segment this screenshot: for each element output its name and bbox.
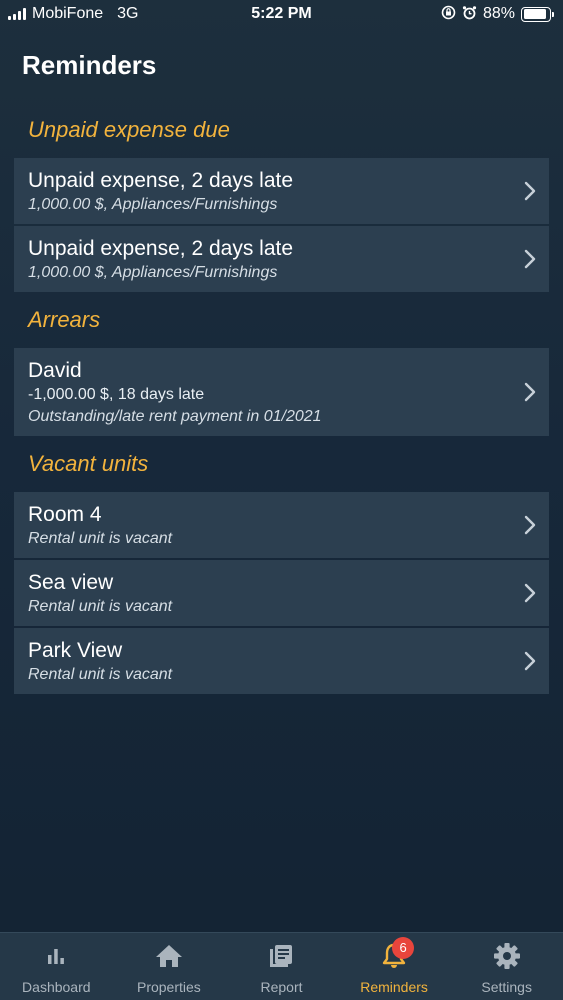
- gear-icon: [493, 941, 521, 971]
- tab-label: Report: [260, 979, 303, 995]
- tab-properties[interactable]: Properties: [113, 933, 226, 1000]
- section-title-unpaid-expense: Unpaid expense due: [28, 117, 230, 142]
- reminder-item-park-view[interactable]: Park View Rental unit is vacant: [14, 628, 549, 694]
- reminder-item-room-4[interactable]: Room 4 Rental unit is vacant: [14, 492, 549, 558]
- chevron-right-icon: [523, 583, 537, 603]
- bar-chart-icon: [45, 941, 67, 971]
- reminder-item-unpaid-expense-1[interactable]: Unpaid expense, 2 days late 1,000.00 $, …: [14, 158, 549, 224]
- battery-percent: 88%: [482, 5, 515, 22]
- section-title-arrears: Arrears: [28, 307, 101, 332]
- notification-badge: 6: [392, 937, 415, 959]
- rotation-lock-icon: [441, 5, 456, 23]
- chevron-right-icon: [523, 515, 537, 535]
- section-title-vacant-units: Vacant units: [28, 451, 149, 476]
- tab-reminders[interactable]: 6 Reminders: [338, 933, 451, 1000]
- chevron-right-icon: [523, 651, 537, 671]
- reminder-title: Unpaid expense, 2 days late: [28, 237, 294, 260]
- reminder-detail: Rental unit is vacant: [28, 598, 173, 615]
- reminder-detail: 1,000.00 $, Appliances/Furnishings: [28, 264, 278, 281]
- status-right: 88%: [441, 5, 554, 23]
- reminder-title: Sea view: [28, 571, 114, 594]
- tab-settings[interactable]: Settings: [450, 933, 563, 1000]
- reminder-detail: 1,000.00 $, Appliances/Furnishings: [28, 196, 278, 213]
- report-icon: [268, 941, 294, 971]
- reminder-title: Room 4: [28, 503, 102, 526]
- tab-label: Properties: [136, 979, 201, 995]
- reminder-title: Unpaid expense, 2 days late: [28, 169, 294, 192]
- tab-label: Dashboard: [22, 979, 91, 995]
- alarm-icon: [462, 5, 477, 23]
- chevron-right-icon: [523, 249, 537, 269]
- chevron-right-icon: [523, 382, 537, 402]
- reminder-detail: Rental unit is vacant: [28, 666, 173, 683]
- reminder-item-unpaid-expense-2[interactable]: Unpaid expense, 2 days late 1,000.00 $, …: [14, 226, 549, 292]
- reminders-screen: MobiFone 3G 5:22 PM 88% Reminders Unpaid…: [0, 0, 563, 1000]
- tab-dashboard[interactable]: Dashboard: [0, 933, 113, 1000]
- reminder-item-sea-view[interactable]: Sea view Rental unit is vacant: [14, 560, 549, 626]
- reminder-title: Park View: [28, 639, 123, 662]
- page-title: Reminders: [22, 50, 157, 80]
- battery-icon: [521, 6, 554, 22]
- tab-report[interactable]: Report: [225, 933, 338, 1000]
- reminder-detail: Rental unit is vacant: [28, 530, 173, 547]
- reminder-detail: Outstanding/late rent payment in 01/2021: [28, 408, 322, 425]
- tab-bar: Dashboard Properties Report 6 Reminders: [0, 932, 563, 1000]
- reminder-title: David: [28, 359, 82, 382]
- status-bar: MobiFone 3G 5:22 PM 88%: [0, 0, 563, 30]
- chevron-right-icon: [523, 181, 537, 201]
- reminder-amount: -1,000.00 $, 18 days late: [28, 386, 205, 403]
- reminder-item-arrears-david[interactable]: David -1,000.00 $, 18 days late Outstand…: [14, 348, 549, 436]
- home-icon: [155, 941, 183, 971]
- tab-label: Reminders: [360, 979, 428, 995]
- tab-label: Settings: [481, 979, 532, 995]
